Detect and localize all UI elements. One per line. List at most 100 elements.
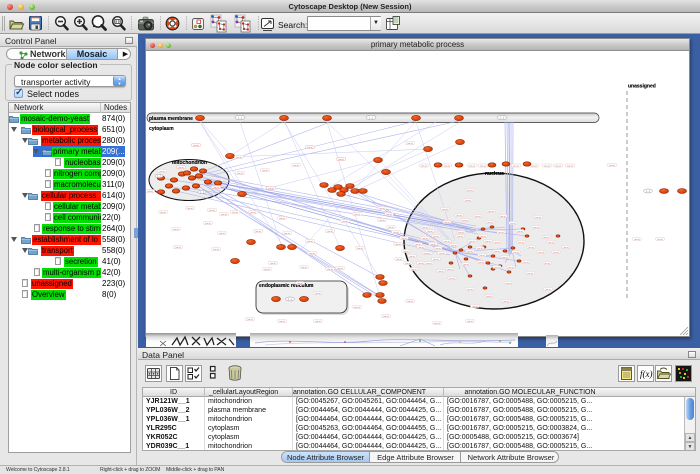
svg-text:[...]: [...] bbox=[200, 190, 204, 194]
svg-text:[...]: [...] bbox=[369, 116, 373, 120]
svg-text:(xx-x): (xx-x) bbox=[237, 173, 243, 175]
svg-text:(xx-x): (xx-x) bbox=[609, 165, 615, 167]
svg-text:(xx-x): (xx-x) bbox=[439, 253, 445, 255]
svg-text:(xx-x): (xx-x) bbox=[469, 241, 475, 243]
svg-text:(xx-x): (xx-x) bbox=[279, 321, 285, 323]
svg-text:(xx-x): (xx-x) bbox=[307, 147, 313, 149]
svg-text:(xx-x): (xx-x) bbox=[538, 252, 544, 254]
svg-text:(xx-x): (xx-x) bbox=[405, 263, 411, 265]
svg-text:(xx-x): (xx-x) bbox=[523, 262, 529, 264]
svg-text:(xx-x): (xx-x) bbox=[467, 251, 473, 253]
svg-text:(xx-x): (xx-x) bbox=[270, 263, 276, 265]
svg-text:(xx-x): (xx-x) bbox=[284, 233, 290, 235]
svg-text:[...]: [...] bbox=[500, 116, 504, 120]
svg-text:(xx-x): (xx-x) bbox=[193, 145, 199, 147]
svg-text:[...]: [...] bbox=[288, 297, 292, 301]
svg-text:(xx-x): (xx-x) bbox=[307, 241, 313, 243]
svg-text:(xx-x): (xx-x) bbox=[518, 242, 524, 244]
svg-text:(xx-x): (xx-x) bbox=[463, 264, 469, 266]
svg-text:(xx-x): (xx-x) bbox=[444, 241, 450, 243]
svg-text:(xx-x): (xx-x) bbox=[494, 267, 500, 269]
svg-text:(xx-x): (xx-x) bbox=[388, 227, 394, 229]
svg-text:(xx-x): (xx-x) bbox=[472, 306, 478, 308]
svg-text:(xx-x): (xx-x) bbox=[486, 296, 492, 298]
svg-text:f(x): f(x) bbox=[640, 369, 653, 379]
svg-text:(xx-x): (xx-x) bbox=[444, 222, 450, 224]
svg-text:(xx-x): (xx-x) bbox=[173, 229, 179, 231]
svg-text:(xx-x): (xx-x) bbox=[480, 165, 486, 167]
svg-text:(xx-x): (xx-x) bbox=[506, 283, 512, 285]
svg-text:(xx-x): (xx-x) bbox=[543, 237, 549, 239]
svg-text:(xx-x): (xx-x) bbox=[433, 259, 439, 261]
svg-text:(xx-x): (xx-x) bbox=[395, 244, 401, 246]
svg-text:(xx-x): (xx-x) bbox=[548, 242, 554, 244]
svg-text:(xx-x): (xx-x) bbox=[379, 208, 385, 210]
svg-text:(xx-x): (xx-x) bbox=[477, 248, 483, 250]
svg-text:(xx-x): (xx-x) bbox=[544, 165, 550, 167]
svg-text:(xx-x): (xx-x) bbox=[480, 236, 486, 238]
svg-text:(xx-x): (xx-x) bbox=[213, 249, 219, 251]
svg-text:(xx-x): (xx-x) bbox=[544, 263, 550, 265]
svg-text:(xx-x): (xx-x) bbox=[293, 165, 299, 167]
svg-text:(xx-x): (xx-x) bbox=[434, 323, 440, 325]
svg-text:(xx-x): (xx-x) bbox=[386, 214, 392, 216]
svg-text:(xx-x): (xx-x) bbox=[205, 223, 211, 225]
svg-text:(xx-x): (xx-x) bbox=[545, 289, 551, 291]
svg-text:(xx-x): (xx-x) bbox=[508, 267, 514, 269]
svg-text:(xx-x): (xx-x) bbox=[467, 190, 473, 192]
svg-text:(xx-x): (xx-x) bbox=[236, 157, 242, 159]
svg-text:[...]: [...] bbox=[157, 174, 161, 178]
svg-text:cytoplasm: cytoplasm bbox=[149, 126, 174, 132]
svg-text:(xx-x): (xx-x) bbox=[444, 165, 450, 167]
svg-text:(xx-x): (xx-x) bbox=[475, 216, 481, 218]
svg-text:(xx-x): (xx-x) bbox=[467, 321, 473, 323]
svg-text:(xx-x): (xx-x) bbox=[533, 227, 539, 229]
svg-text:(xx-x): (xx-x) bbox=[535, 217, 541, 219]
svg-text:(xx-x): (xx-x) bbox=[315, 321, 321, 323]
svg-text:(xx-x): (xx-x) bbox=[250, 212, 256, 214]
svg-text:(xx-x): (xx-x) bbox=[451, 245, 457, 247]
svg-text:(xx-x): (xx-x) bbox=[209, 210, 215, 212]
svg-text:(xx-x): (xx-x) bbox=[510, 223, 516, 225]
svg-text:(xx-x): (xx-x) bbox=[500, 216, 506, 218]
svg-text:(xx-x): (xx-x) bbox=[465, 200, 471, 202]
svg-text:(xx-x): (xx-x) bbox=[178, 167, 184, 169]
svg-text:(xx-x): (xx-x) bbox=[430, 244, 436, 246]
svg-text:(xx-x): (xx-x) bbox=[456, 215, 462, 217]
svg-text:(xx-x): (xx-x) bbox=[563, 247, 569, 249]
svg-text:(xx-x): (xx-x) bbox=[264, 269, 270, 271]
svg-text:(xx-x): (xx-x) bbox=[379, 220, 385, 222]
svg-text:(xx-x): (xx-x) bbox=[421, 165, 427, 167]
svg-text:(xx-x): (xx-x) bbox=[469, 165, 475, 167]
svg-text:(xx-x): (xx-x) bbox=[268, 188, 274, 190]
svg-text:(xx-x): (xx-x) bbox=[517, 231, 523, 233]
svg-text:(xx-x): (xx-x) bbox=[354, 214, 360, 216]
svg-text:(xx-x): (xx-x) bbox=[418, 263, 424, 265]
svg-text:(xx-x): (xx-x) bbox=[567, 165, 573, 167]
svg-text:(xx-x): (xx-x) bbox=[553, 252, 559, 254]
svg-text:(xx-x): (xx-x) bbox=[531, 165, 537, 167]
svg-text:(xx-x): (xx-x) bbox=[337, 268, 343, 270]
svg-text:(xx-x): (xx-x) bbox=[485, 241, 491, 243]
svg-text:(xx-x): (xx-x) bbox=[513, 165, 519, 167]
svg-text:[...]: [...] bbox=[646, 189, 650, 193]
svg-text:(xx-x): (xx-x) bbox=[458, 232, 464, 234]
svg-text:(xx-x): (xx-x) bbox=[213, 187, 219, 189]
svg-text:(xx-x): (xx-x) bbox=[279, 218, 285, 220]
svg-text:(xx-x): (xx-x) bbox=[427, 231, 433, 233]
svg-text:(xx-x): (xx-x) bbox=[411, 269, 417, 271]
svg-text:(xx-x): (xx-x) bbox=[422, 238, 428, 240]
svg-text:(xx-x): (xx-x) bbox=[457, 236, 463, 238]
svg-text:(xx-x): (xx-x) bbox=[467, 289, 473, 291]
svg-text:(xx-x): (xx-x) bbox=[342, 221, 348, 223]
svg-text:(xx-x): (xx-x) bbox=[435, 248, 441, 250]
svg-text:nucleus: nucleus bbox=[485, 171, 504, 177]
svg-text:(xx-x): (xx-x) bbox=[187, 208, 193, 210]
svg-text:(xx-x): (xx-x) bbox=[354, 307, 360, 309]
svg-text:(xx-x): (xx-x) bbox=[327, 269, 333, 271]
svg-text:(xx-x): (xx-x) bbox=[657, 239, 663, 241]
svg-text:(xx-x): (xx-x) bbox=[462, 220, 468, 222]
svg-text:(xx-x): (xx-x) bbox=[426, 263, 432, 265]
svg-text:(xx-x): (xx-x) bbox=[449, 278, 455, 280]
svg-text:(xx-x): (xx-x) bbox=[433, 236, 439, 238]
